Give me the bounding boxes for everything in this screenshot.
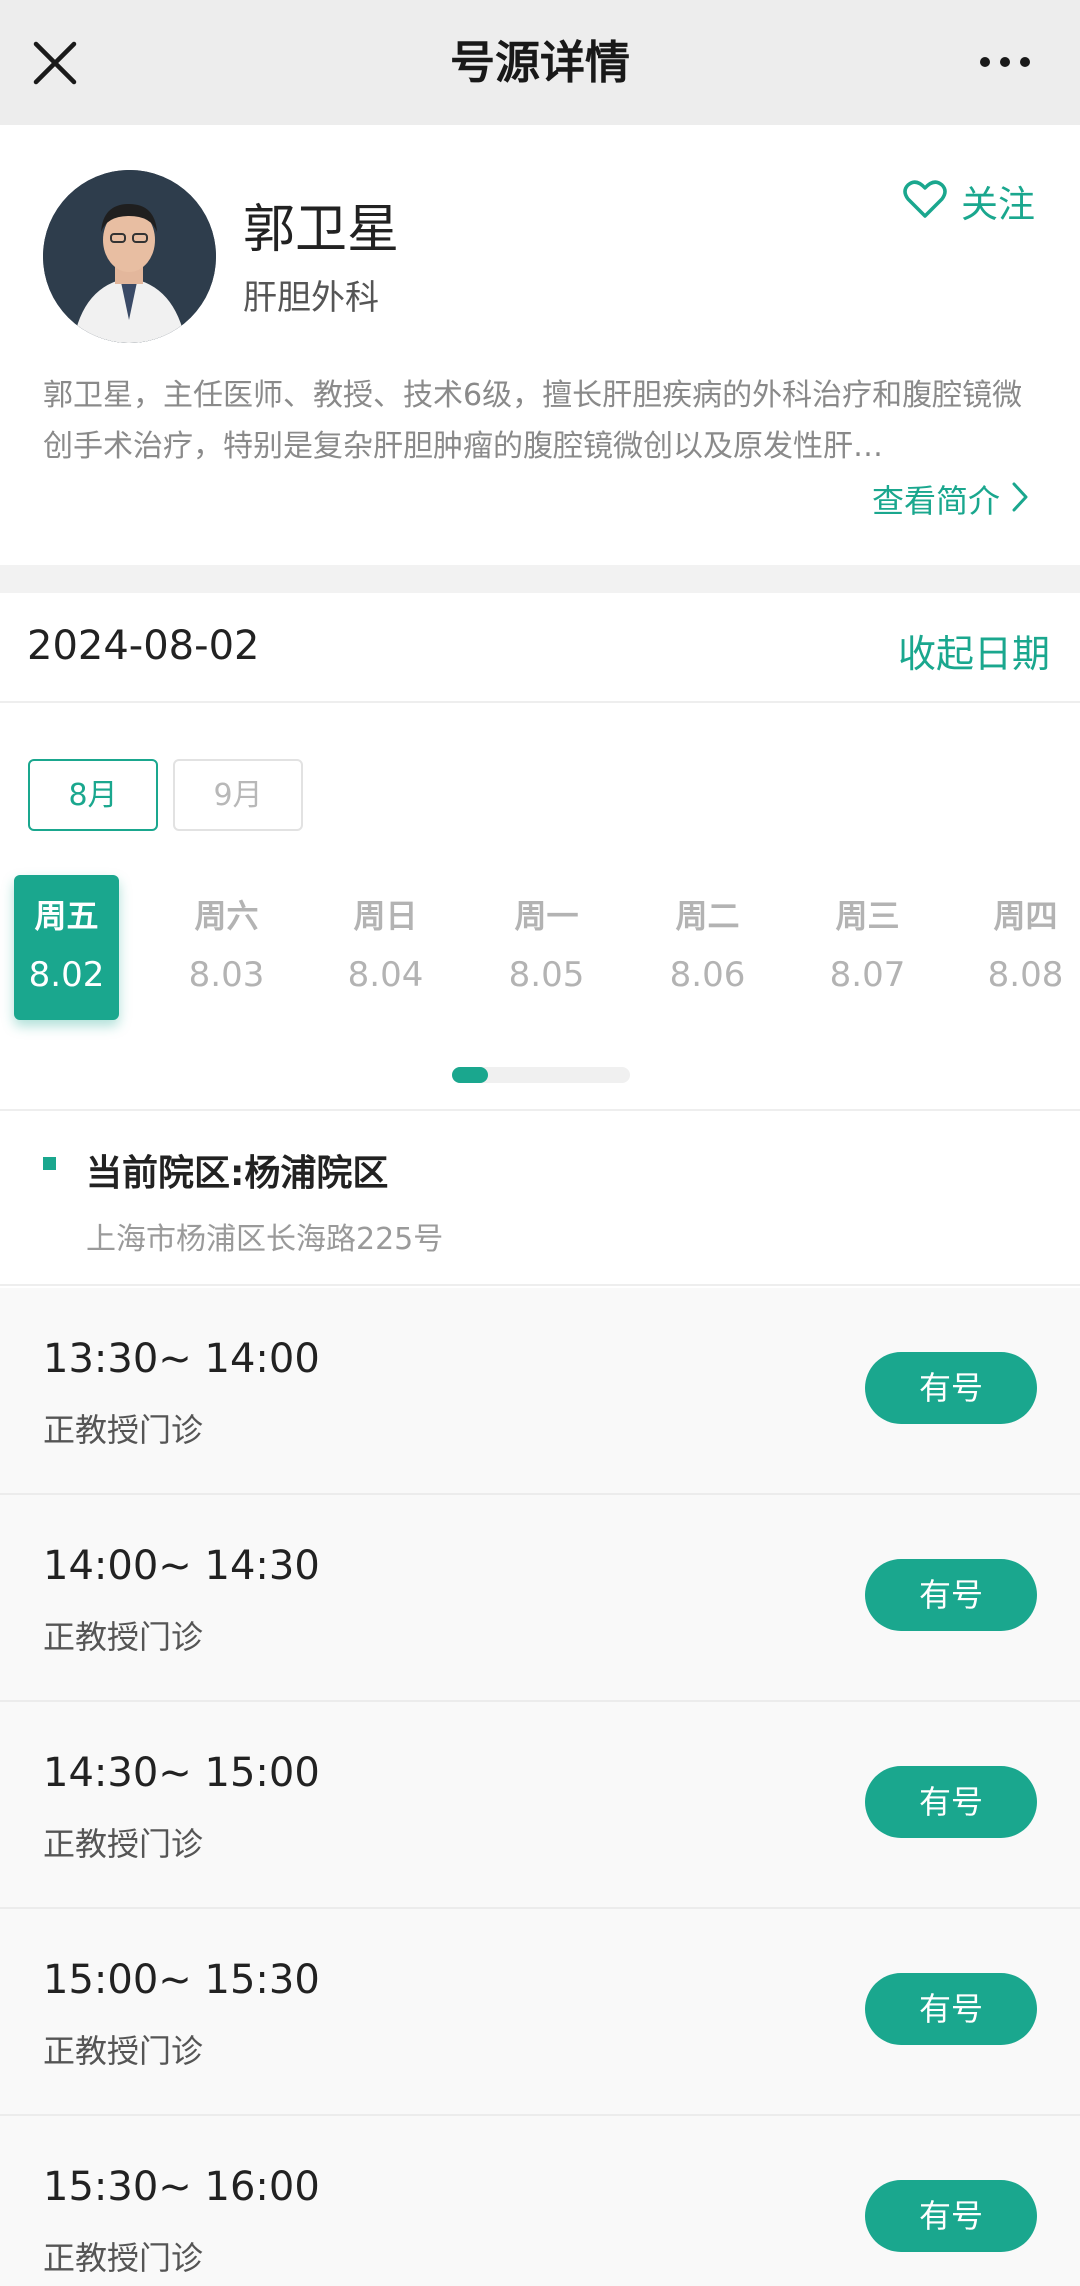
month-tab-august[interactable]: 8月 [28, 759, 158, 831]
follow-button[interactable]: 关注 [903, 175, 1035, 227]
campus-name: 当前院区:杨浦院区 [86, 1153, 389, 1194]
section-gap [0, 565, 1080, 593]
slot-time: 14:30~ 15:00 [43, 1750, 320, 1796]
slot-row: 13:30~ 14:00 正教授门诊 有号 [0, 1288, 1080, 1495]
available-button[interactable]: 有号 [865, 1766, 1037, 1838]
campus-info: 当前院区:杨浦院区 上海市杨浦区长海路225号 [0, 1111, 1080, 1286]
day-item[interactable]: 周三 8.07 [815, 875, 920, 1020]
day-date: 8.06 [669, 955, 746, 995]
day-scroll-indicator[interactable] [452, 1067, 630, 1083]
slot-type: 正教授门诊 [43, 2239, 204, 2277]
doctor-name: 郭卫星 [243, 200, 400, 260]
avatar [43, 170, 216, 343]
available-button[interactable]: 有号 [865, 2180, 1037, 2252]
month-tab-september[interactable]: 9月 [173, 759, 303, 831]
day-item[interactable]: 周五 8.02 [14, 875, 119, 1020]
slot-row: 15:30~ 16:00 正教授门诊 有号 [0, 2116, 1080, 2286]
nav-bar: 号源详情 [0, 0, 1080, 125]
day-item[interactable]: 周六 8.03 [174, 875, 279, 1020]
day-weekday: 周四 [993, 897, 1058, 935]
available-button[interactable]: 有号 [865, 1352, 1037, 1424]
page-title: 号源详情 [449, 36, 630, 89]
day-weekday: 周日 [353, 897, 418, 935]
collapse-date-button[interactable]: 收起日期 [898, 623, 1050, 678]
day-date: 8.07 [829, 955, 906, 995]
day-item[interactable]: 周二 8.06 [655, 875, 760, 1020]
slot-row: 14:30~ 15:00 正教授门诊 有号 [0, 1702, 1080, 1909]
more-icon[interactable] [975, 40, 1035, 84]
close-icon[interactable] [28, 30, 84, 94]
date-header: 2024-08-02 收起日期 [0, 593, 1080, 703]
day-item[interactable]: 周四 8.08 [973, 875, 1078, 1020]
day-weekday: 周五 [34, 897, 99, 935]
chevron-right-icon [1010, 480, 1030, 518]
bullet-icon [43, 1157, 56, 1170]
follow-label: 关注 [961, 183, 1035, 226]
day-item[interactable]: 周日 8.04 [333, 875, 438, 1020]
day-date: 8.02 [28, 955, 105, 995]
day-date: 8.05 [508, 955, 585, 995]
doctor-intro: 郭卫星，主任医师、教授、技术6级，擅长肝胆疾病的外科治疗和腹腔镜微创手术治疗，特… [43, 378, 1023, 464]
slot-type: 正教授门诊 [43, 1618, 204, 1656]
scroll-thumb[interactable] [452, 1067, 488, 1083]
slot-time: 14:00~ 14:30 [43, 1543, 320, 1589]
slot-time: 15:00~ 15:30 [43, 1957, 320, 2003]
slot-time: 15:30~ 16:00 [43, 2164, 320, 2210]
day-date: 8.08 [987, 955, 1064, 995]
campus-address: 上海市杨浦区长海路225号 [86, 1222, 444, 1257]
day-item[interactable]: 周一 8.05 [494, 875, 599, 1020]
slot-time: 13:30~ 14:00 [43, 1336, 320, 1382]
day-date: 8.03 [188, 955, 265, 995]
day-weekday: 周三 [835, 897, 900, 935]
view-intro-link[interactable]: 查看简介 [872, 475, 1030, 523]
slot-type: 正教授门诊 [43, 1411, 204, 1449]
current-date: 2024-08-02 [27, 623, 260, 669]
slot-type: 正教授门诊 [43, 2032, 204, 2070]
slot-type: 正教授门诊 [43, 1825, 204, 1863]
day-weekday: 周六 [194, 897, 259, 935]
available-button[interactable]: 有号 [865, 1973, 1037, 2045]
day-weekday: 周二 [675, 897, 740, 935]
day-weekday: 周一 [514, 897, 579, 935]
heart-icon [903, 179, 947, 223]
slot-row: 14:00~ 14:30 正教授门诊 有号 [0, 1495, 1080, 1702]
slot-row: 15:00~ 15:30 正教授门诊 有号 [0, 1909, 1080, 2116]
available-button[interactable]: 有号 [865, 1559, 1037, 1631]
doctor-card: 郭卫星 肝胆外科 关注 郭卫星，主任医师、教授、技术6级，擅长肝胆疾病的外科治疗… [0, 125, 1080, 565]
doctor-department: 肝胆外科 [243, 278, 379, 318]
day-date: 8.04 [347, 955, 424, 995]
view-intro-label: 查看简介 [872, 482, 1001, 520]
